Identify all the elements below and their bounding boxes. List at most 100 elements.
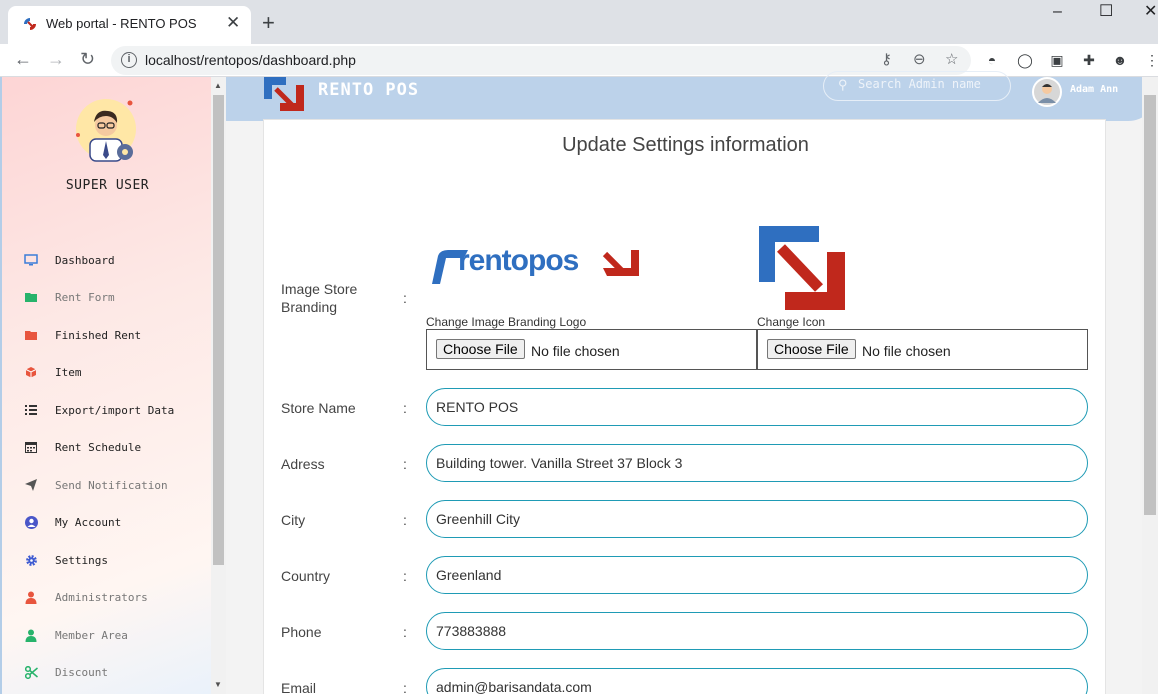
browser-tab-bar: Web portal - RENTO POS ✕ + – ☐ ✕ — [0, 0, 1158, 44]
sidebar-item-finished-rent[interactable]: Finished Rent — [2, 318, 213, 352]
avatar[interactable] — [1032, 77, 1062, 107]
search-icon: ⚲ — [838, 77, 848, 92]
sidebar-item-rent-schedule[interactable]: Rent Schedule — [2, 430, 213, 464]
scroll-down-icon[interactable]: ▼ — [214, 680, 222, 689]
store-name-label: Store Name — [281, 400, 356, 416]
email-label: Email — [281, 680, 317, 694]
gear-icon — [24, 553, 38, 567]
sidebar-item-label: Rent Schedule — [55, 440, 142, 454]
sidebar: SUPER USER Dashboard Rent Form Finished … — [0, 77, 211, 694]
city-label: City — [281, 512, 306, 528]
extension-ring-icon[interactable]: ◯ — [1016, 51, 1034, 69]
sidebar-item-administrators[interactable]: Administrators — [2, 580, 213, 614]
branding-logo-preview: rentopos — [426, 244, 646, 288]
extensions-puzzle-icon[interactable]: ✚ — [1080, 51, 1098, 69]
page-title: Update Settings information — [562, 134, 809, 156]
person-icon — [24, 628, 38, 642]
store-name-field[interactable] — [426, 388, 1088, 426]
logo-upload-caption: Change Image Branding Logo — [426, 315, 587, 329]
sidebar-item-label: Discount — [55, 665, 108, 679]
browser-menu-icon[interactable]: ⋮ — [1143, 51, 1158, 69]
browser-tab[interactable]: Web portal - RENTO POS ✕ — [8, 6, 251, 44]
send-icon — [24, 478, 38, 492]
sidebar-scrollbar[interactable]: ▲ ▼ — [211, 77, 226, 694]
reload-icon[interactable]: ↻ — [80, 49, 95, 69]
sidebar-item-label: Administrators — [55, 590, 148, 604]
sidebar-item-label: Export/import Data — [55, 403, 175, 417]
icon-file-input[interactable]: Choose File No file chosen — [757, 329, 1088, 370]
extension-mask-icon[interactable]: ◓ — [983, 51, 1001, 69]
tab-close-icon[interactable]: ✕ — [226, 13, 240, 33]
scroll-up-icon[interactable]: ▲ — [214, 81, 222, 90]
country-label: Country — [281, 568, 331, 584]
person-icon — [24, 590, 38, 604]
sidebar-item-settings[interactable]: Settings — [2, 543, 213, 577]
sidebar-item-my-account[interactable]: My Account — [2, 505, 213, 539]
sidebar-item-send-notification[interactable]: Send Notification — [2, 468, 213, 502]
sidebar-item-item[interactable]: Item — [2, 355, 213, 389]
address-field[interactable] — [426, 444, 1088, 482]
window-close-icon[interactable]: ✕ — [1144, 4, 1157, 20]
store-icon-preview — [759, 226, 845, 310]
sidebar-item-dashboard[interactable]: Dashboard — [2, 243, 213, 277]
address-label: Adress — [281, 456, 325, 472]
sidebar-item-discount[interactable]: Discount — [2, 655, 213, 689]
app-header: RENTO POS ⚲ Adam Ann — [226, 71, 1158, 121]
city-field[interactable] — [426, 500, 1088, 538]
new-tab-icon[interactable]: + — [262, 12, 275, 34]
scissors-icon — [24, 665, 38, 679]
brand-name: RENTO POS — [318, 80, 420, 100]
sidebar-item-label: Rent Form — [55, 290, 115, 304]
choose-file-button[interactable]: Choose File — [436, 339, 525, 359]
logo-file-input[interactable]: Choose File No file chosen — [426, 329, 757, 370]
country-field[interactable] — [426, 556, 1088, 594]
minimize-icon[interactable]: – — [1053, 4, 1062, 20]
main-content: RENTO POS ⚲ Adam Ann Update Settings inf… — [226, 71, 1158, 694]
sidebar-item-label: My Account — [55, 515, 122, 529]
settings-card: Update Settings information Image Store … — [263, 119, 1106, 694]
star-icon[interactable]: ☆ — [945, 51, 958, 69]
sidebar-item-rent-form[interactable]: Rent Form — [2, 280, 213, 314]
phone-field[interactable] — [426, 612, 1088, 650]
colon: : — [403, 456, 407, 472]
maximize-icon[interactable]: ☐ — [1099, 4, 1113, 20]
file-status: No file chosen — [862, 343, 951, 359]
search-input[interactable] — [858, 77, 1006, 91]
colon: : — [403, 512, 407, 528]
colon: : — [403, 624, 407, 640]
sidebar-item-label: Finished Rent — [55, 328, 142, 342]
list-icon — [24, 403, 38, 417]
back-icon[interactable]: ← — [14, 49, 32, 69]
main-scrollbar[interactable] — [1142, 77, 1158, 694]
zoom-icon[interactable]: ⊖ — [913, 51, 926, 69]
user-circle-icon — [24, 515, 38, 529]
choose-file-button[interactable]: Choose File — [767, 339, 856, 359]
super-user-avatar-icon — [76, 99, 136, 162]
admin-search[interactable]: ⚲ — [823, 71, 1011, 101]
folder-icon — [24, 290, 38, 304]
phone-label: Phone — [281, 624, 322, 640]
colon: : — [403, 290, 407, 306]
sidebar-item-export-import[interactable]: Export/import Data — [2, 393, 213, 427]
extension-monitor-icon[interactable]: ▣ — [1048, 51, 1066, 69]
calendar-icon — [24, 440, 38, 454]
sidebar-item-label: Settings — [55, 553, 108, 567]
key-icon[interactable]: ⚷ — [881, 51, 892, 69]
sidebar-scroll-thumb[interactable] — [213, 95, 224, 565]
sidebar-item-label: Dashboard — [55, 253, 115, 267]
logo-text: rentopos — [458, 244, 579, 277]
email-field[interactable] — [426, 668, 1088, 694]
url-text: localhost/rentopos/dashboard.php — [145, 52, 356, 68]
rento-logo-icon — [264, 77, 304, 111]
forward-icon[interactable]: → — [47, 49, 65, 69]
user-avatar-icon — [1038, 84, 1056, 103]
sidebar-item-member-area[interactable]: Member Area — [2, 618, 213, 652]
profile-avatar-icon[interactable]: ☻ — [1111, 51, 1129, 69]
user-name: Adam Ann — [1070, 84, 1119, 95]
main-scroll-thumb[interactable] — [1144, 95, 1156, 515]
monitor-icon — [24, 253, 38, 267]
rento-favicon-icon — [24, 18, 36, 30]
colon: : — [403, 568, 407, 584]
site-info-icon[interactable]: i — [121, 52, 137, 68]
branding-label: Image Store Branding — [281, 281, 358, 315]
